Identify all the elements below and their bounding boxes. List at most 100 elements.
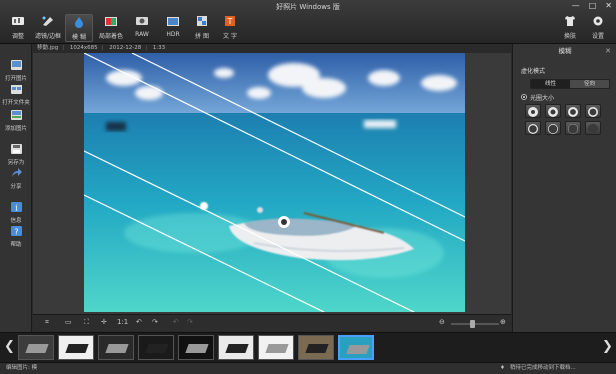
minimize-button[interactable]: —	[572, 1, 580, 10]
sidebar-item-label: 分享	[10, 184, 22, 190]
aperture-icon	[588, 107, 598, 117]
tool-label: HDR	[166, 31, 180, 38]
tool-blur[interactable]: 模 糊	[65, 14, 93, 42]
tool-collage[interactable]: 拼 图	[188, 14, 216, 42]
text-icon: T	[225, 16, 235, 26]
image-info-strip: 移動.jpg | 1024x685 | 2012-12-28 | 1:33	[33, 44, 511, 53]
tool-selective-color[interactable]: 局部着色	[97, 14, 125, 42]
filmstrip-thumbnail[interactable]	[18, 335, 54, 360]
window-controls: — □ ✕	[572, 1, 612, 10]
right-panel: 模糊 ✕ 虚化模式 线性 径向 光圈大小	[512, 44, 616, 332]
zoom-out-icon[interactable]: ⊖	[439, 318, 445, 326]
aperture-icon	[528, 107, 538, 117]
sidebar-item-help[interactable]: ? 帮助	[0, 226, 32, 248]
filmstrip-thumbnail[interactable]	[338, 335, 374, 360]
tool-label: 设置	[591, 33, 604, 40]
filmstrip: ❮ ❯	[0, 332, 616, 362]
title-toolbar: 好照片 Windows 版 — □ ✕ 调整 滤镜/边框 模 糊 局部着色 RA…	[0, 0, 616, 44]
sidebar-item-label: 另存为	[7, 160, 25, 166]
tool-text[interactable]: T 文 字	[216, 14, 244, 42]
filmstrip-thumbnail[interactable]	[178, 335, 214, 360]
window-title: 好照片 Windows 版	[276, 3, 340, 11]
aperture-icon	[587, 123, 599, 135]
fit-screen-icon[interactable]: ⛶	[84, 318, 89, 327]
sidebar-item-save-as[interactable]: 另存为	[0, 144, 32, 166]
open-image-icon	[10, 60, 22, 70]
aperture-icon	[568, 124, 578, 134]
svg-text:T: T	[227, 17, 233, 26]
filmstrip-thumbnail[interactable]	[138, 335, 174, 360]
maximize-button[interactable]: □	[589, 1, 597, 10]
filmstrip-thumbnail[interactable]	[218, 335, 254, 360]
sidebar-item-open-image[interactable]: 打开图片	[0, 60, 32, 82]
left-sidebar: 打开图片 打开文件夹 添加图片 另存为 分享 i 信息 ? 帮助	[0, 44, 32, 332]
sidebar-item-info[interactable]: i 信息	[0, 202, 32, 224]
zoom-slider-thumb[interactable]	[470, 320, 475, 328]
blur-mode-toggle[interactable]: 线性 径向	[530, 79, 610, 89]
rotate-left-icon[interactable]: ↶	[136, 318, 142, 326]
zoom-slider[interactable]	[451, 320, 499, 328]
filmstrip-prev-icon[interactable]: ❮	[4, 339, 15, 354]
aperture-button[interactable]	[545, 104, 561, 118]
filmstrip-thumbnail[interactable]	[298, 335, 334, 360]
settings-button[interactable]: 设置	[584, 14, 612, 42]
save-as-icon	[10, 144, 22, 154]
filmstrip-thumbnail[interactable]	[58, 335, 94, 360]
info-scale: 1:33	[152, 45, 166, 51]
tool-adjust[interactable]: 调整	[4, 14, 32, 42]
panel-title: 模糊	[558, 47, 572, 55]
raw-icon	[136, 17, 148, 25]
sidebar-item-label: 帮助	[10, 242, 22, 248]
aperture-icon	[548, 107, 558, 117]
panel-close-icon[interactable]: ✕	[605, 44, 611, 58]
sidebar-item-share[interactable]: 分享	[0, 168, 32, 190]
info-filename: 移動.jpg	[37, 45, 59, 51]
filmstrip-thumbnail[interactable]	[98, 335, 134, 360]
add-image-icon	[10, 110, 22, 120]
tool-raw[interactable]: RAW	[128, 14, 156, 42]
image-canvas[interactable]	[33, 53, 511, 314]
blur-drop-icon	[75, 17, 83, 28]
one-to-one-button[interactable]: 1:1	[117, 318, 128, 326]
fit-icon[interactable]: ▭	[65, 318, 72, 326]
sliders-icon	[12, 17, 24, 25]
collage-icon	[197, 16, 207, 26]
hdr-icon	[167, 17, 179, 26]
redo-icon[interactable]: ↷	[187, 318, 193, 326]
undo-icon[interactable]: ↶	[173, 318, 179, 326]
aperture-icon	[528, 124, 538, 134]
filmstrip-thumbnail[interactable]	[258, 335, 294, 360]
tool-label: 调整	[11, 33, 24, 40]
filter-icon	[42, 16, 53, 26]
aperture-button[interactable]	[565, 104, 581, 118]
status-icon: ♦	[500, 365, 505, 371]
aperture-button[interactable]	[525, 121, 541, 135]
sidebar-item-open-folder[interactable]: 打开文件夹	[0, 84, 32, 106]
tool-filter[interactable]: 滤镜/边框	[34, 14, 62, 42]
close-button[interactable]: ✕	[605, 1, 612, 10]
tool-label: 拼 图	[195, 33, 209, 40]
aperture-button[interactable]	[525, 104, 541, 118]
aperture-button[interactable]	[545, 121, 561, 135]
aperture-button[interactable]	[565, 121, 581, 135]
tool-label: 滤镜/边框	[34, 33, 62, 40]
skin-button[interactable]: 换肤	[556, 14, 584, 42]
aperture-button[interactable]	[585, 104, 601, 118]
rotate-right-icon[interactable]: ↷	[152, 318, 158, 326]
status-bar: 编辑图片: 模 ♦ 稍待已完成移动到下载档...	[0, 362, 616, 374]
sidebar-item-label: 添加图片	[4, 126, 27, 132]
center-icon[interactable]: ✛	[101, 318, 107, 326]
sidebar-item-add-image[interactable]: 添加图片	[0, 110, 32, 132]
crop-icon[interactable]: ⌗	[45, 318, 49, 327]
aperture-radio[interactable]	[521, 94, 527, 100]
mode-radial[interactable]: 径向	[570, 80, 609, 88]
photo-preview[interactable]	[84, 53, 465, 312]
filmstrip-next-icon[interactable]: ❯	[602, 339, 613, 354]
aperture-button[interactable]	[585, 121, 601, 135]
selective-color-icon	[105, 17, 117, 26]
mode-linear[interactable]: 线性	[531, 80, 570, 88]
tool-hdr[interactable]: HDR	[159, 14, 187, 42]
zoom-in-icon[interactable]: ⊕	[500, 318, 506, 326]
tool-label: RAW	[135, 31, 149, 38]
help-icon: ?	[10, 226, 22, 237]
